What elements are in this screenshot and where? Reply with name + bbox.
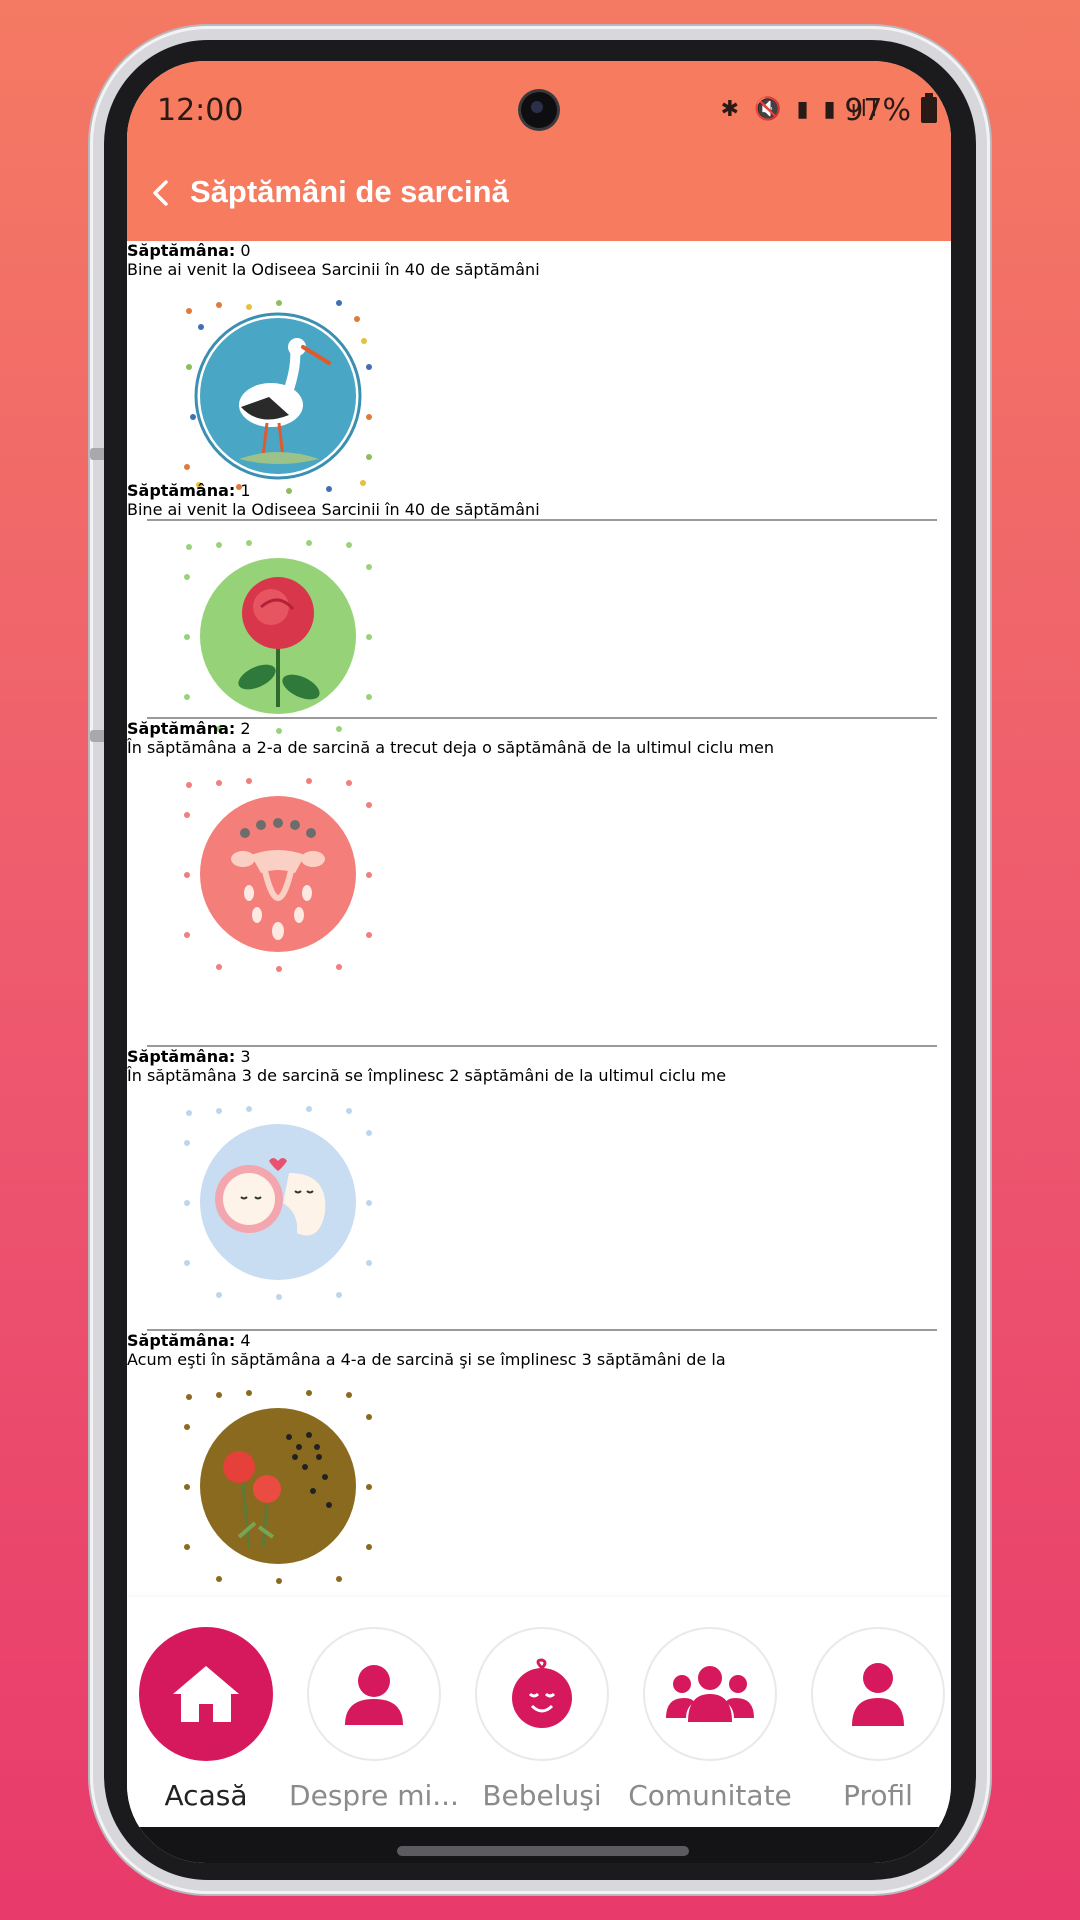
embryo-thumbnail <box>184 1106 372 1300</box>
app-screen: 12:00 ✱ 🔇 ▮ ▮ ıll 97% Săptămâni de sarci… <box>127 61 951 1863</box>
week-description: Bine ai venit la Odiseea Sarcinii în 40 … <box>127 260 540 279</box>
list-item-week-1[interactable]: Săptămâna: 1 Bine ai venit la Odiseea Sa… <box>127 481 951 734</box>
nav-label: Profil <box>843 1779 913 1812</box>
list-item-week-2[interactable]: Săptămâna: 2 În săptămâna a 2-a de sarci… <box>127 719 951 1047</box>
list-item-week-4[interactable]: Săptămâna: 4 Acum eşti în săptămâna a 4-… <box>127 1331 951 1631</box>
nav-label: Bebeluşi <box>482 1779 602 1812</box>
status-time: 12:00 <box>157 93 244 128</box>
week-description: În săptămâna a 2-a de sarcină a trecut d… <box>127 738 775 757</box>
nav-item-acasa[interactable]: Acasă <box>131 1597 281 1827</box>
nav-circle[interactable] <box>643 1627 777 1761</box>
bottom-navigation: Acasă Despre mi... Bebeluşi Comunitate P… <box>127 1597 951 1827</box>
week-label: Săptămâna: 1 <box>127 481 251 500</box>
nav-circle[interactable] <box>811 1627 945 1761</box>
week-label: Săptămâna: 4 <box>127 1331 251 1350</box>
week-label: Săptămâna: 2 <box>127 719 251 738</box>
nav-circle[interactable] <box>139 1627 273 1761</box>
week-label: Săptămâna: 3 <box>127 1047 251 1066</box>
gesture-area <box>127 1827 951 1863</box>
nav-item-bebelusi[interactable]: Bebeluşi <box>467 1597 617 1827</box>
app-header: 12:00 ✱ 🔇 ▮ ▮ ıll 97% Săptămâni de sarci… <box>127 61 951 241</box>
list-item-week-0[interactable]: Săptămâna: 0 Bine ai venit la Odiseea Sa… <box>127 241 951 521</box>
nav-label: Comunitate <box>628 1779 792 1812</box>
profile-icon <box>852 1663 904 1726</box>
nav-item-profil[interactable]: Profil <box>803 1597 951 1827</box>
week-description: În săptămâna 3 de sarcină se împlinesc 2… <box>127 1066 727 1085</box>
battery-percent: 97% <box>844 93 911 128</box>
baby-icon <box>512 1658 572 1728</box>
status-bar: 12:00 ✱ 🔇 ▮ ▮ ıll 97% <box>127 79 951 139</box>
back-arrow-icon[interactable] <box>149 180 175 206</box>
nav-circle[interactable] <box>475 1627 609 1761</box>
nav-label: Acasă <box>164 1779 248 1812</box>
rose-thumbnail <box>184 540 372 734</box>
top-bar: Săptămâni de sarcină <box>127 156 951 236</box>
person-icon <box>345 1665 403 1725</box>
battery-icon <box>921 93 937 123</box>
nav-label: Despre mi... <box>289 1779 459 1812</box>
home-icon <box>173 1666 239 1722</box>
group-icon <box>666 1666 754 1722</box>
uterus-thumbnail <box>184 778 372 972</box>
home-indicator[interactable] <box>397 1846 689 1856</box>
nav-item-despre[interactable]: Despre mi... <box>289 1597 459 1827</box>
weeks-list[interactable]: Săptămâna: 0 Bine ai venit la Odiseea Sa… <box>127 241 951 1657</box>
stork-thumbnail <box>184 300 372 494</box>
week-description: Acum eşti în săptămâna a 4-a de sarcină … <box>127 1350 726 1369</box>
poppy-thumbnail <box>184 1390 372 1584</box>
list-item-week-3[interactable]: Săptămâna: 3 În săptămâna 3 de sarcină s… <box>127 1047 951 1331</box>
nav-item-comunitate[interactable]: Comunitate <box>628 1597 792 1827</box>
nav-circle[interactable] <box>307 1627 441 1761</box>
week-description: Bine ai venit la Odiseea Sarcinii în 40 … <box>127 500 540 519</box>
front-camera <box>521 92 557 128</box>
page-title: Săptămâni de sarcină <box>190 174 509 209</box>
week-label: Săptămâna: 0 <box>127 241 251 260</box>
